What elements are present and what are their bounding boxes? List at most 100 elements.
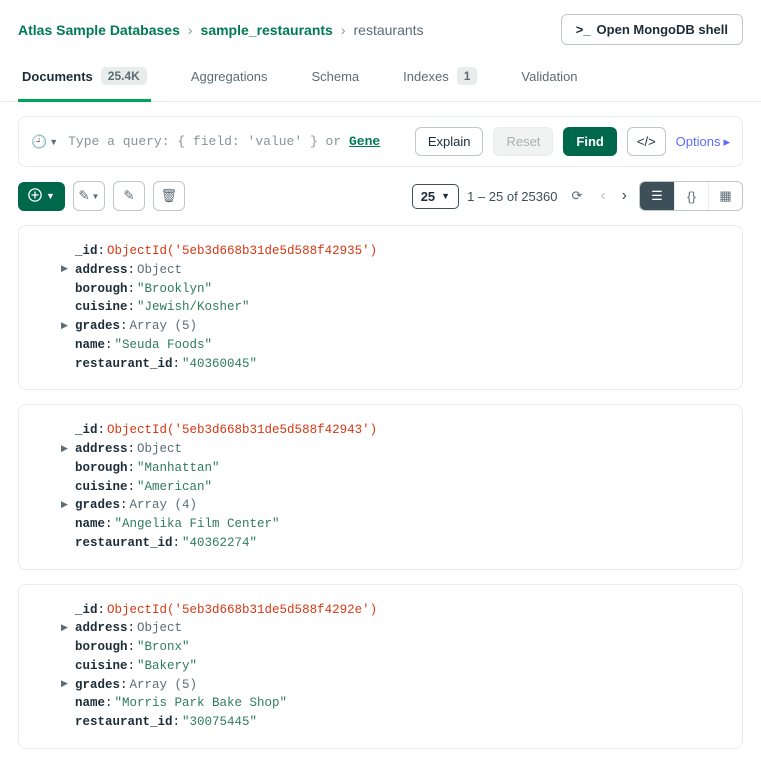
document-card[interactable]: _id: ObjectId('5eb3d668b31de5d588f42943'… [18, 404, 743, 569]
page-size-select[interactable]: 25 ▼ [412, 184, 459, 209]
options-toggle[interactable]: Options ▸ [676, 134, 730, 150]
field-row: ▶grades : Array (5) [75, 676, 722, 695]
field-key: address [75, 619, 128, 638]
open-shell-label: Open MongoDB shell [597, 22, 728, 37]
tab-indexes[interactable]: Indexes 1 [399, 55, 481, 102]
delete-button[interactable]: 🗑 [153, 181, 185, 211]
view-json[interactable]: {} [674, 182, 708, 210]
document-card[interactable]: _id: ObjectId('5eb3d668b31de5d588f42935'… [18, 225, 743, 390]
field-value: Object [137, 440, 182, 459]
tab-documents-label: Documents [22, 69, 93, 84]
next-page-button[interactable]: › [618, 187, 631, 205]
refresh-button[interactable]: ⟳ [565, 188, 588, 204]
tab-schema[interactable]: Schema [307, 57, 363, 101]
table-icon: ▦ [719, 188, 731, 204]
prev-page-button: ‹ [596, 187, 609, 205]
field-row: ▶address : Object [75, 261, 722, 280]
chevron-right-icon: › [188, 22, 193, 38]
tab-indexes-label: Indexes [403, 69, 449, 84]
field-key: restaurant_id [75, 534, 173, 553]
field-row: ▶grades : Array (4) [75, 496, 722, 515]
expand-caret-icon[interactable]: ▶ [61, 499, 68, 513]
code-icon: </> [637, 134, 656, 149]
field-key: address [75, 261, 128, 280]
results-toolbar: ▼ ✎▼ ✎ 🗑 25 ▼ 1 – 25 of 25360 ⟳ ‹ › ☰ {}… [18, 181, 743, 211]
add-document-button[interactable]: ▼ [18, 182, 65, 211]
plus-circle-icon [28, 188, 42, 205]
field-value: Object [137, 261, 182, 280]
expand-caret-icon[interactable]: ▶ [61, 622, 68, 636]
colon: : [128, 638, 136, 657]
field-value: ObjectId('5eb3d668b31de5d588f42935') [107, 242, 377, 261]
field-key: borough [75, 638, 128, 657]
colon: : [173, 534, 181, 553]
colon: : [120, 317, 128, 336]
field-value: Array (5) [130, 317, 198, 336]
expand-caret-icon[interactable]: ▶ [61, 678, 68, 692]
open-shell-button[interactable]: >_ Open MongoDB shell [561, 14, 743, 45]
edit-button[interactable]: ✎ [113, 181, 145, 211]
field-key: grades [75, 676, 120, 695]
colon: : [173, 355, 181, 374]
colon: : [173, 713, 181, 732]
field-value: "Bronx" [137, 638, 190, 657]
field-key: cuisine [75, 298, 128, 317]
code-toggle-button[interactable]: </> [627, 127, 666, 156]
breadcrumb-db[interactable]: sample_restaurants [201, 22, 333, 38]
field-key: grades [75, 317, 120, 336]
tab-validation[interactable]: Validation [517, 57, 581, 101]
field-value: "Jewish/Kosher" [137, 298, 250, 317]
field-row: name : "Morris Park Bake Shop" [75, 694, 722, 713]
query-placeholder: Type a query: { field: 'value' } or [68, 134, 341, 149]
field-row: cuisine : "American" [75, 478, 722, 497]
view-list[interactable]: ☰ [640, 182, 674, 210]
query-input[interactable]: Type a query: { field: 'value' } or Gene [68, 134, 405, 149]
colon: : [120, 496, 128, 515]
field-value: ObjectId('5eb3d668b31de5d588f42943') [107, 421, 377, 440]
expand-caret-icon[interactable]: ▶ [61, 263, 68, 277]
tab-documents[interactable]: Documents 25.4K [18, 55, 151, 102]
view-table[interactable]: ▦ [708, 182, 742, 210]
field-row: ▶address : Object [75, 440, 722, 459]
colon: : [98, 421, 106, 440]
colon: : [128, 459, 136, 478]
field-key: restaurant_id [75, 713, 173, 732]
colon: : [128, 478, 136, 497]
explain-button[interactable]: Explain [415, 127, 484, 156]
expand-caret-icon[interactable]: ▶ [61, 320, 68, 334]
field-value: "40360045" [182, 355, 257, 374]
page-size-value: 25 [421, 189, 435, 204]
breadcrumb: Atlas Sample Databases › sample_restaura… [18, 22, 424, 38]
colon: : [120, 676, 128, 695]
document-card[interactable]: _id: ObjectId('5eb3d668b31de5d588f4292e'… [18, 584, 743, 749]
field-value: "30075445" [182, 713, 257, 732]
chevron-right-icon: › [341, 22, 346, 38]
field-value: "Manhattan" [137, 459, 220, 478]
field-row: borough : "Brooklyn" [75, 280, 722, 299]
field-key: borough [75, 459, 128, 478]
field-row: _id: ObjectId('5eb3d668b31de5d588f42935'… [75, 242, 722, 261]
tab-aggregations[interactable]: Aggregations [187, 57, 272, 101]
field-value: "Brooklyn" [137, 280, 212, 299]
field-row: borough : "Manhattan" [75, 459, 722, 478]
expand-caret-icon[interactable]: ▶ [61, 443, 68, 457]
query-bar: 🕘 ▼ Type a query: { field: 'value' } or … [18, 116, 743, 167]
generate-link[interactable]: Gene [349, 134, 380, 149]
field-key: name [75, 515, 105, 534]
field-value: "Seuda Foods" [115, 336, 213, 355]
field-key: cuisine [75, 478, 128, 497]
field-row: borough : "Bronx" [75, 638, 722, 657]
colon: : [128, 440, 136, 459]
caret-down-icon: ▼ [92, 192, 100, 201]
find-button[interactable]: Find [563, 127, 616, 156]
caret-right-icon: ▸ [723, 134, 730, 150]
field-row: restaurant_id : "40360045" [75, 355, 722, 374]
breadcrumb-db-group[interactable]: Atlas Sample Databases [18, 22, 180, 38]
edit-multiple-button[interactable]: ✎▼ [73, 181, 105, 211]
field-value: "40362274" [182, 534, 257, 553]
page-info: 1 – 25 of 25360 [467, 189, 557, 204]
field-value: "Angelika Film Center" [115, 515, 280, 534]
pencil-icon: ✎ [78, 188, 89, 204]
history-dropdown[interactable]: 🕘 ▼ [31, 134, 58, 150]
field-row: cuisine : "Jewish/Kosher" [75, 298, 722, 317]
